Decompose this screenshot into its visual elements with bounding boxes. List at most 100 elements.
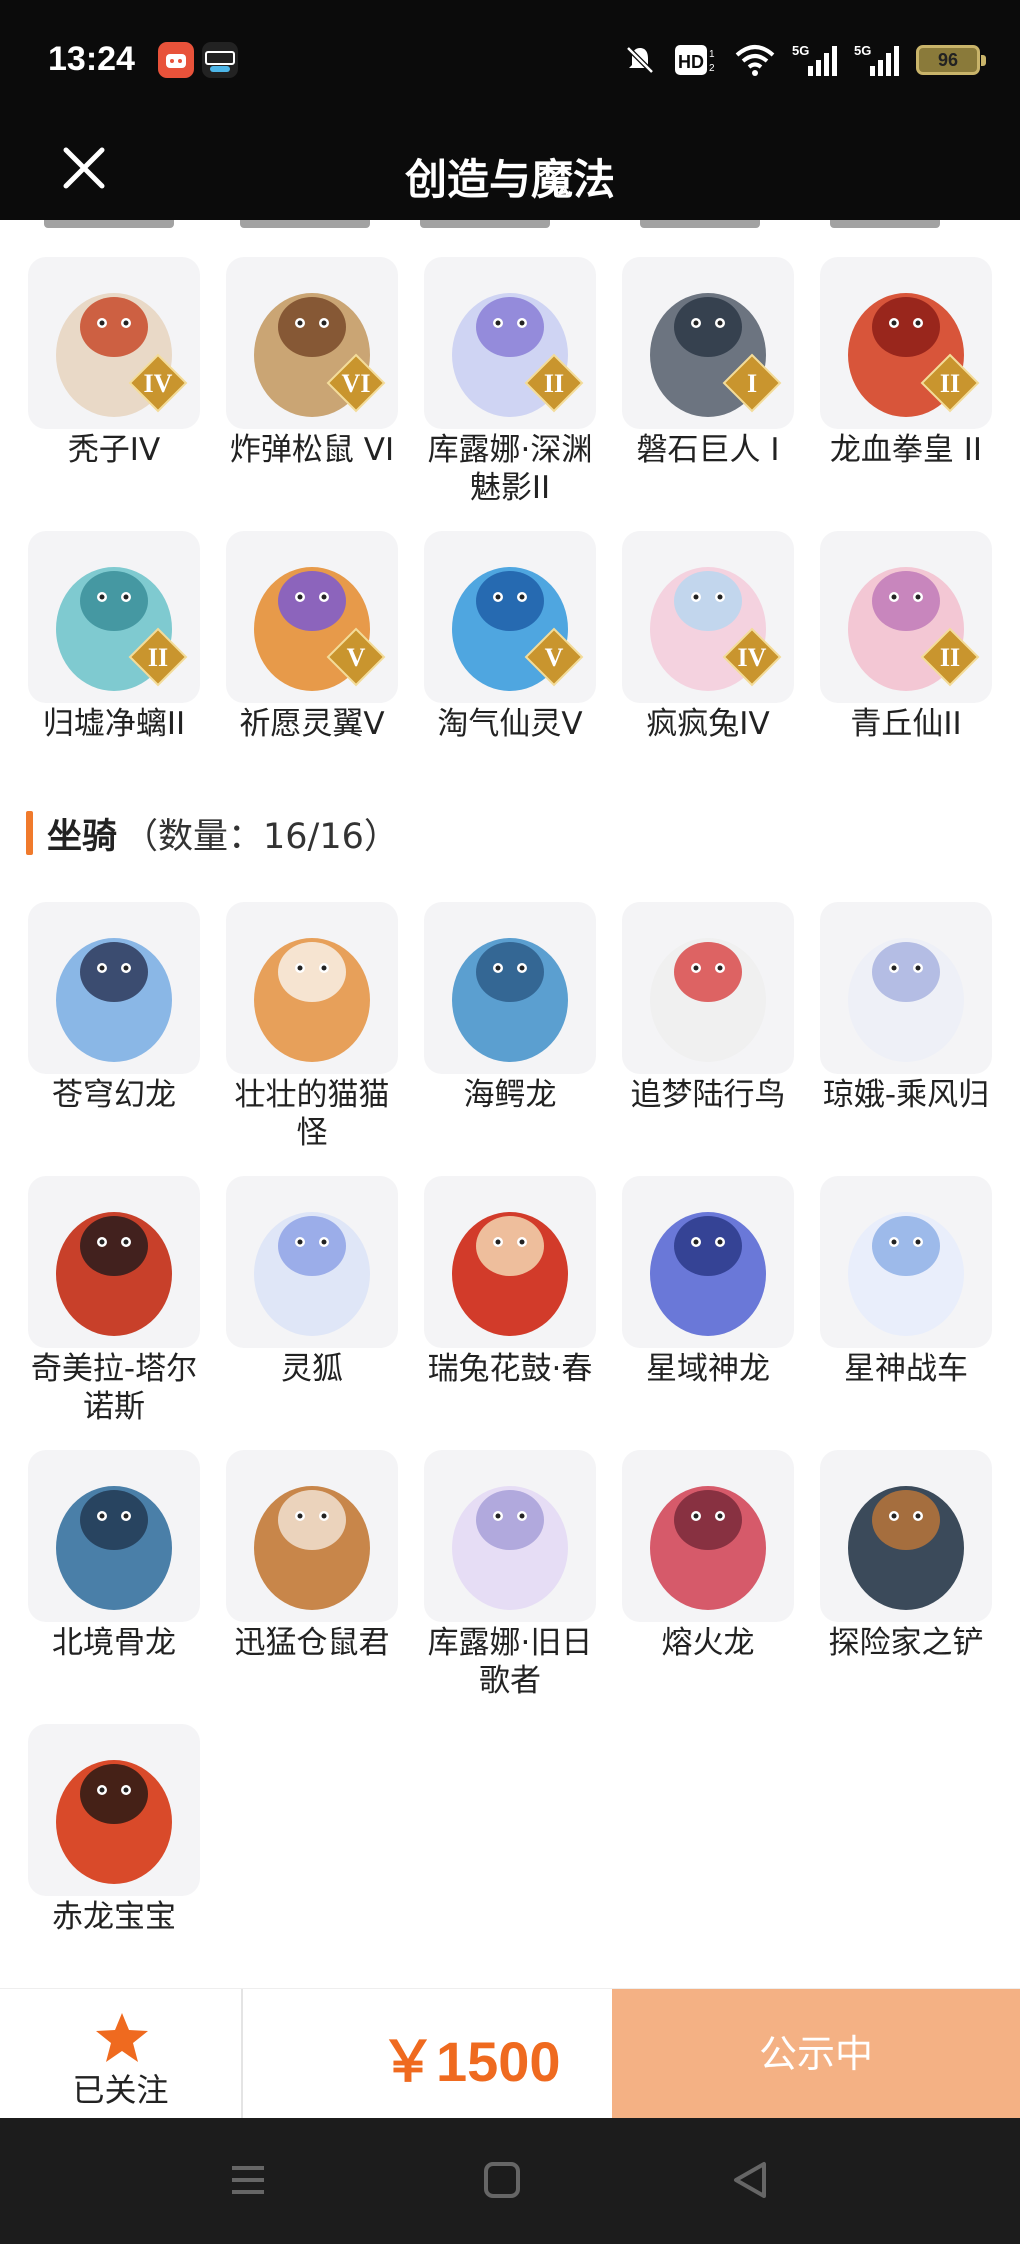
- item-image: [848, 1486, 964, 1610]
- item-name: 淘气仙灵V: [437, 706, 583, 742]
- content-scroll[interactable]: IV 秃子IV VI 炸弹松鼠 VI II 库露娜·深渊魅影II I 磐石巨人 I II 龙血拳皇…: [0, 220, 1020, 1988]
- grid-item[interactable]: 苍穹幻龙: [26, 902, 202, 1114]
- item-thumbnail: [28, 1724, 200, 1896]
- svg-text:5G: 5G: [854, 43, 871, 58]
- svg-text:2: 2: [709, 63, 715, 74]
- header: 创造与魔法: [0, 120, 1020, 220]
- signal-5g-icon: 5G: [854, 43, 899, 76]
- svg-text:VI: VI: [342, 369, 371, 398]
- battery-level: 96: [937, 50, 959, 70]
- grid-item[interactable]: 北境骨龙: [26, 1450, 202, 1662]
- item-image: [848, 938, 964, 1062]
- item-thumbnail: [28, 902, 200, 1074]
- item-thumbnail: [622, 902, 794, 1074]
- grid-item[interactable]: II 青丘仙II: [818, 531, 994, 743]
- item-name: 奇美拉-塔尔诺斯: [30, 1351, 198, 1425]
- grid-item[interactable]: II 归墟净螭II: [26, 531, 202, 743]
- item-thumbnail: [622, 1450, 794, 1622]
- item-image: IV: [650, 567, 782, 691]
- item-image: V: [452, 567, 584, 691]
- item-name: 追梦陆行鸟: [630, 1077, 786, 1113]
- item-name: 祈愿灵翼V: [239, 706, 385, 742]
- item-thumbnail: [424, 902, 596, 1074]
- grid-item[interactable]: II 库露娜·深渊魅影II: [422, 257, 598, 507]
- battery-icon: 96: [916, 45, 986, 75]
- svg-text:1: 1: [709, 49, 715, 60]
- grid-item[interactable]: 迅猛仓鼠君: [224, 1450, 400, 1662]
- item-thumbnail: IV: [28, 257, 200, 429]
- item-image: [452, 938, 568, 1062]
- grid-item[interactable]: 奇美拉-塔尔诺斯: [26, 1176, 202, 1426]
- item-image: II: [848, 293, 980, 417]
- grid-item[interactable]: 赤龙宝宝: [26, 1724, 202, 1936]
- follow-button[interactable]: 已关注: [0, 1989, 243, 2119]
- grid-item[interactable]: VI 炸弹松鼠 VI: [224, 257, 400, 469]
- item-thumbnail: [622, 1176, 794, 1348]
- grid-item[interactable]: IV 秃子IV: [26, 257, 202, 469]
- item-name: 炸弹松鼠 VI: [229, 432, 395, 468]
- item-thumbnail: [424, 1450, 596, 1622]
- home-icon[interactable]: [480, 2158, 524, 2202]
- grid-item[interactable]: V 淘气仙灵V: [422, 531, 598, 743]
- item-name: 星域神龙: [646, 1351, 770, 1387]
- svg-text:II: II: [148, 643, 168, 672]
- grid-item[interactable]: 库露娜·旧日歌者: [422, 1450, 598, 1700]
- svg-text:HD: HD: [678, 52, 704, 72]
- item-name: 库露娜·旧日歌者: [427, 1625, 593, 1699]
- item-name: 龙血拳皇 II: [829, 432, 983, 468]
- item-thumbnail: II: [820, 257, 992, 429]
- grid-item[interactable]: I 磐石巨人 I: [620, 257, 796, 469]
- grid-item[interactable]: 追梦陆行鸟: [620, 902, 796, 1114]
- follow-label: 已关注: [72, 2071, 169, 2109]
- grid-item[interactable]: IV 疯疯兔IV: [620, 531, 796, 743]
- hd-icon: HD 1 2: [675, 45, 715, 75]
- grid-item[interactable]: 熔火龙: [620, 1450, 796, 1662]
- item-name: 青丘仙II: [850, 706, 962, 742]
- item-thumbnail: V: [424, 531, 596, 703]
- item-image: [452, 1212, 568, 1336]
- item-thumbnail: V: [226, 531, 398, 703]
- item-image: IV: [56, 293, 188, 417]
- svg-text:II: II: [544, 369, 564, 398]
- item-name: 疯疯兔IV: [646, 706, 770, 742]
- item-image: [848, 1212, 964, 1336]
- item-name: 熔火龙: [661, 1625, 755, 1661]
- grid-item[interactable]: V 祈愿灵翼V: [224, 531, 400, 743]
- app-icon-red: [158, 42, 194, 78]
- grid-item[interactable]: 瑞兔花鼓·春: [422, 1176, 598, 1388]
- item-image: II: [452, 293, 584, 417]
- grid-item[interactable]: 灵狐: [224, 1176, 400, 1388]
- svg-text:5G: 5G: [792, 43, 809, 58]
- grid-item[interactable]: 壮壮的猫猫怪: [224, 902, 400, 1152]
- grid-item[interactable]: II 龙血拳皇 II: [818, 257, 994, 469]
- item-name: 磐石巨人 I: [636, 432, 780, 468]
- item-image: [254, 1212, 370, 1336]
- back-icon[interactable]: [728, 2158, 772, 2202]
- item-name: 库露娜·深渊魅影II: [427, 432, 593, 506]
- item-thumbnail: [28, 1176, 200, 1348]
- section-accent-bar: [26, 811, 33, 855]
- grid-item[interactable]: 琼娥-乘风归: [818, 902, 994, 1114]
- item-name: 秃子IV: [67, 432, 161, 468]
- grid-item[interactable]: 海鳄龙: [422, 902, 598, 1114]
- item-name: 迅猛仓鼠君: [234, 1625, 390, 1661]
- grid-item[interactable]: 星神战车: [818, 1176, 994, 1388]
- item-image: [56, 1760, 172, 1884]
- grid-item[interactable]: 星域神龙: [620, 1176, 796, 1388]
- item-thumbnail: [820, 1176, 992, 1348]
- svg-text:I: I: [747, 369, 757, 398]
- item-name: 琼娥-乘风归: [822, 1077, 990, 1113]
- grid-item[interactable]: 探险家之铲: [818, 1450, 994, 1662]
- item-name: 归墟净螭II: [42, 706, 186, 742]
- svg-text:V: V: [347, 643, 366, 672]
- svg-text:IV: IV: [144, 369, 173, 398]
- svg-text:V: V: [545, 643, 564, 672]
- item-name: 探险家之铲: [828, 1625, 984, 1661]
- item-thumbnail: [226, 1176, 398, 1348]
- item-image: [254, 938, 370, 1062]
- item-image: [650, 1212, 766, 1336]
- item-image: [650, 938, 766, 1062]
- status-button[interactable]: 公示中: [612, 1989, 1020, 2119]
- bottom-action-bar: 已关注 ￥1500 公示中: [0, 1988, 1020, 2119]
- menu-icon[interactable]: [226, 2158, 270, 2202]
